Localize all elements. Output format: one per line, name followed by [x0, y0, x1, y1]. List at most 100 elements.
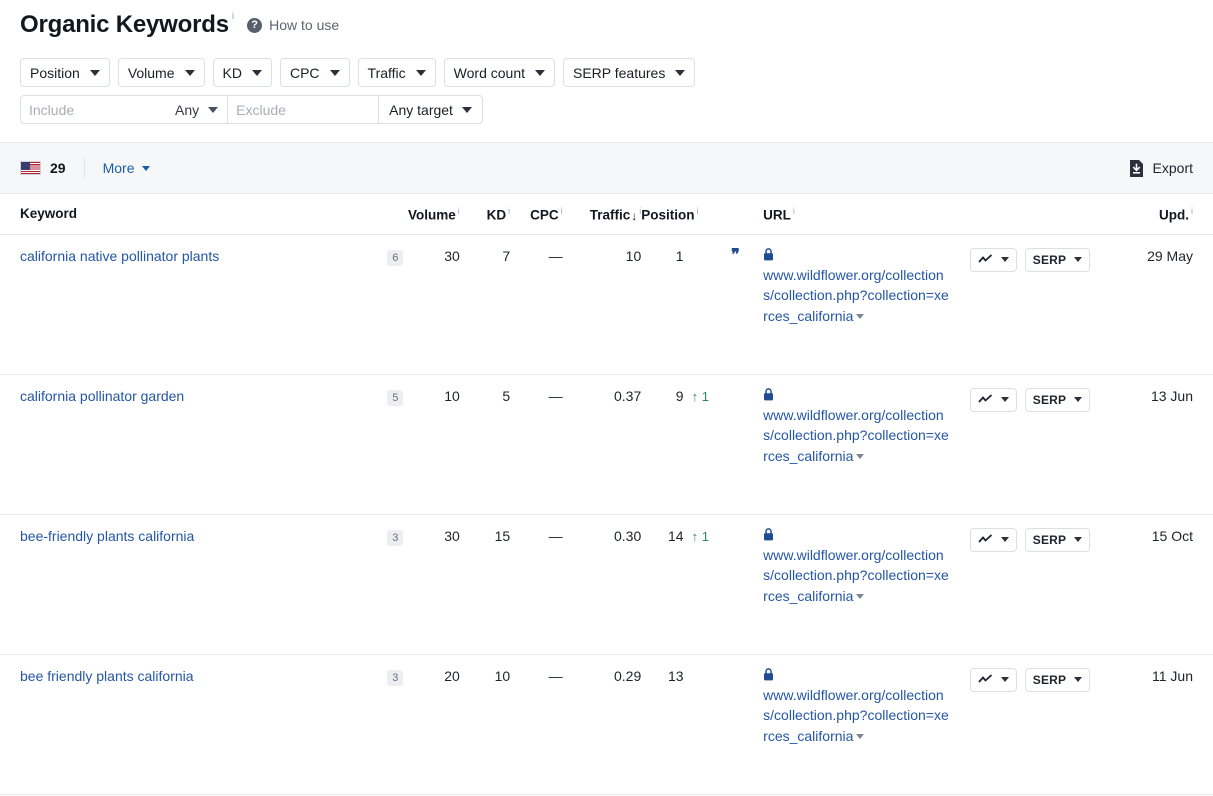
serp-button[interactable]: SERP	[1025, 248, 1090, 272]
keyword-link[interactable]: california native pollinator plants	[20, 248, 219, 264]
column-header-actions	[951, 194, 1117, 234]
lock-icon	[763, 248, 774, 261]
url-cell-inner: www.wildflower.org/collections/collectio…	[763, 528, 951, 607]
position-history-button[interactable]	[970, 388, 1017, 412]
chevron-down-icon	[1074, 537, 1082, 542]
column-header-keyword[interactable]: Keyword	[0, 194, 381, 234]
cell-cpc: —	[510, 234, 562, 374]
export-button[interactable]: Export	[1129, 160, 1193, 177]
quote-icon[interactable]: ❞	[731, 249, 740, 263]
table-row: bee friendly plants california 3 20 10 —…	[0, 654, 1213, 794]
filter-word-count-label: Word count	[454, 65, 525, 81]
chevron-down-icon	[1001, 397, 1009, 402]
chevron-down-icon	[535, 70, 545, 76]
chevron-down-icon[interactable]	[856, 454, 864, 459]
chevron-down-icon	[330, 70, 340, 76]
cell-word-count: 5	[381, 374, 403, 514]
how-to-use-link[interactable]: ? How to use	[247, 17, 339, 33]
filter-kd[interactable]: KD	[213, 58, 272, 87]
chevron-down-icon[interactable]	[856, 734, 864, 739]
chevron-down-icon	[185, 70, 195, 76]
filter-word-count[interactable]: Word count	[444, 58, 555, 87]
lock-icon	[763, 668, 774, 681]
title-row: Organic Keywords i ? How to use	[20, 10, 1193, 44]
toolbar-left: 29 More	[20, 158, 150, 178]
table-body: california native pollinator plants 6 30…	[0, 234, 1213, 794]
include-exclude-group: Any Any target	[20, 95, 483, 124]
cell-word-count: 3	[381, 514, 403, 654]
line-chart-icon	[978, 674, 993, 685]
arrow-up-icon: ↑	[692, 389, 699, 404]
keyword-link[interactable]: bee friendly plants california	[20, 668, 194, 684]
cell-volume: 10	[403, 374, 459, 514]
column-label-volume: Volume	[408, 208, 456, 223]
column-header-word-count	[381, 194, 403, 234]
row-action-buttons: SERP	[970, 388, 1117, 412]
cell-cpc: —	[510, 374, 562, 514]
column-header-traffic[interactable]: Traffic↓i	[563, 194, 642, 234]
cell-kd: 7	[460, 234, 510, 374]
position-change-value: 1	[702, 529, 709, 544]
kd-info-icon[interactable]: i	[508, 206, 510, 216]
cell-cpc: —	[510, 654, 562, 794]
position-history-button[interactable]	[970, 528, 1017, 552]
cell-volume: 30	[403, 514, 459, 654]
cell-word-count: 3	[381, 654, 403, 794]
cell-position: 9	[641, 374, 683, 514]
serp-button[interactable]: SERP	[1025, 388, 1090, 412]
serp-button[interactable]: SERP	[1025, 668, 1090, 692]
serp-button[interactable]: SERP	[1025, 528, 1090, 552]
cell-url: www.wildflower.org/collections/collectio…	[754, 374, 951, 514]
updated-info-icon[interactable]: i	[1191, 206, 1193, 216]
toolbar-divider	[84, 158, 85, 178]
us-flag-icon	[20, 161, 41, 175]
exclude-input[interactable]	[228, 102, 378, 118]
chevron-down-icon	[208, 107, 218, 113]
filter-cpc-label: CPC	[290, 65, 320, 81]
cell-url: ❞ www.wildflower.org/collections/collect…	[754, 234, 951, 374]
chevron-down-icon	[142, 166, 150, 171]
position-history-button[interactable]	[970, 668, 1017, 692]
keyword-link[interactable]: bee-friendly plants california	[20, 528, 194, 544]
column-header-position[interactable]: Positioni	[641, 194, 683, 234]
column-header-kd[interactable]: KDi	[460, 194, 510, 234]
filter-position[interactable]: Position	[20, 58, 110, 87]
cell-actions: SERP	[951, 654, 1117, 794]
chevron-down-icon	[1074, 677, 1082, 682]
column-header-cpc[interactable]: CPCi	[510, 194, 562, 234]
include-input[interactable]	[21, 96, 171, 123]
cell-url: www.wildflower.org/collections/collectio…	[754, 514, 951, 654]
cell-updated: 13 Jun	[1117, 374, 1213, 514]
position-history-button[interactable]	[970, 248, 1017, 272]
url-info-icon[interactable]: i	[793, 206, 795, 216]
filter-volume[interactable]: Volume	[118, 58, 205, 87]
chevron-down-icon[interactable]	[856, 594, 864, 599]
include-mode-dropdown[interactable]: Any	[171, 96, 228, 123]
cell-position-change	[684, 234, 755, 374]
column-header-volume[interactable]: Volumei	[403, 194, 459, 234]
line-chart-icon	[978, 394, 993, 405]
position-change-up: ↑ 1	[692, 389, 709, 404]
cell-volume: 20	[403, 654, 459, 794]
any-target-dropdown[interactable]: Any target	[379, 96, 482, 123]
chevron-down-icon	[252, 70, 262, 76]
cell-keyword: bee friendly plants california	[0, 654, 381, 794]
volume-info-icon[interactable]: i	[458, 206, 460, 216]
cell-cpc: —	[510, 514, 562, 654]
filter-traffic[interactable]: Traffic	[358, 58, 436, 87]
page-title-info-icon[interactable]: i	[232, 12, 234, 22]
cell-traffic: 0.37	[563, 374, 642, 514]
column-header-updated[interactable]: Upd.i	[1117, 194, 1213, 234]
keyword-link[interactable]: california pollinator garden	[20, 388, 184, 404]
column-label-updated: Upd.	[1159, 208, 1189, 223]
url-cell-inner: ❞ www.wildflower.org/collections/collect…	[763, 248, 951, 327]
chevron-down-icon[interactable]	[856, 314, 864, 319]
position-change-up: ↑ 1	[692, 529, 709, 544]
cpc-info-icon[interactable]: i	[561, 206, 563, 216]
column-header-url[interactable]: URLi	[754, 194, 951, 234]
chevron-down-icon	[1074, 257, 1082, 262]
filter-serp-features[interactable]: SERP features	[563, 58, 695, 87]
chevron-down-icon	[1074, 397, 1082, 402]
filter-cpc[interactable]: CPC	[280, 58, 350, 87]
more-countries-dropdown[interactable]: More	[103, 160, 151, 176]
